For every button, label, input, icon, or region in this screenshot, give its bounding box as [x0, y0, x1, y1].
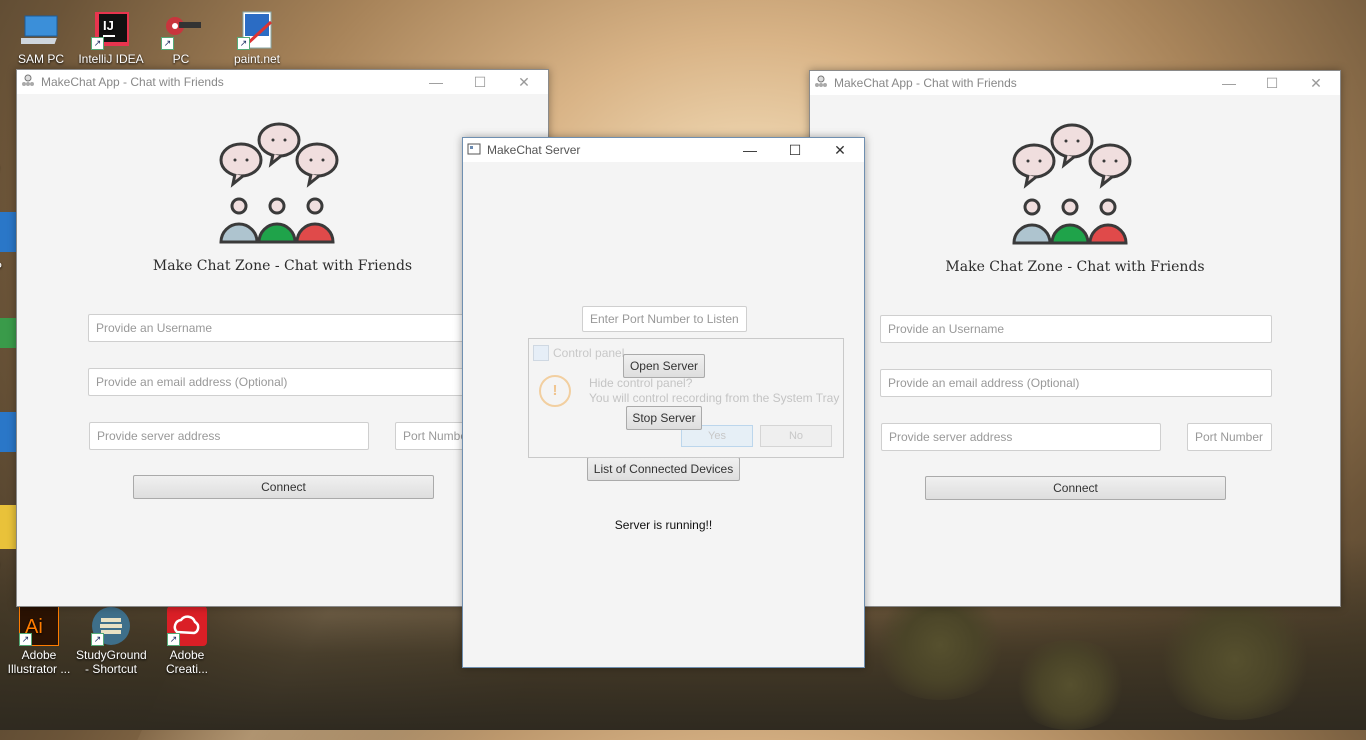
desktop-icon-label: Adobe Illustrator ...: [7, 648, 71, 676]
minimize-button[interactable]: —: [1214, 73, 1244, 93]
warning-icon: !: [539, 375, 571, 407]
desktop-icon-label: StudyGround - Shortcut: [76, 648, 147, 676]
close-button[interactable]: ✕: [509, 72, 539, 92]
title-bar[interactable]: MakeChat App - Chat with Friends — ☐ ✕: [810, 71, 1340, 95]
desktop-icon-label: paint.net: [233, 52, 281, 66]
username-input[interactable]: Provide an Username: [880, 315, 1272, 343]
maximize-button[interactable]: ☐: [465, 72, 495, 92]
computer-icon: [18, 10, 61, 50]
shortcut-arrow-icon: ↗: [161, 37, 174, 50]
connect-button[interactable]: Connect: [925, 476, 1226, 500]
desktop-icon-label: Po: [0, 556, 12, 570]
port-listen-input[interactable]: Enter Port Number to Listen: [582, 306, 747, 332]
connect-button[interactable]: Connect: [133, 475, 434, 499]
dialog-message-detail: You will control recording from the Syst…: [589, 391, 840, 405]
zone-title: Make Chat Zone - Chat with Friends: [945, 259, 1205, 275]
wallpaper-bush: [1010, 640, 1130, 730]
svg-text:IJ: IJ: [103, 18, 114, 33]
minimize-button[interactable]: —: [421, 72, 451, 92]
chat-logo-icon: [219, 122, 339, 244]
minimize-button[interactable]: —: [735, 140, 765, 160]
pc-game-icon: ↗: [161, 10, 201, 50]
adobe-illustrator-icon: Ai ↗: [18, 605, 60, 647]
desktop-icon-adobe-creative[interactable]: ↗ Adobe Creati...: [152, 606, 222, 676]
app-icon: [467, 143, 481, 155]
desktop-icon-illustrator[interactable]: Ai ↗ Adobe Illustrator ...: [4, 605, 74, 676]
shortcut-arrow-icon: ↗: [237, 37, 250, 50]
window-title: MakeChat Server: [487, 143, 581, 157]
title-bar[interactable]: MakeChat App - Chat with Friends — ☐ ✕: [17, 70, 548, 94]
studyground-icon: ↗: [91, 606, 131, 646]
desktop-icon-clipped[interactable]: Re: [0, 160, 12, 174]
desktop-icon-paint-net[interactable]: ↗ paint.net: [222, 10, 292, 66]
shortcut-arrow-icon: ↗: [91, 37, 104, 50]
close-button[interactable]: ✕: [1301, 73, 1331, 93]
dialog-no-button[interactable]: No: [760, 425, 832, 447]
desktop-icon-label: Re: [0, 160, 12, 174]
maximize-button[interactable]: ☐: [1257, 73, 1287, 93]
desktop-icon-label: IntelliJ IDEA: [78, 52, 144, 66]
shortcut-arrow-icon: ↗: [19, 633, 32, 646]
dialog-app-icon: [533, 345, 549, 361]
client-window-right[interactable]: MakeChat App - Chat with Friends — ☐ ✕ M…: [809, 70, 1341, 607]
desktop-icon-clipped[interactable]: C P: [0, 260, 12, 274]
server-address-input[interactable]: Provide server address: [89, 422, 369, 450]
chat-logo-icon: [1012, 123, 1132, 245]
title-bar[interactable]: MakeChat Server — ☐ ✕: [463, 138, 864, 162]
shortcut-arrow-icon: ↗: [167, 633, 180, 646]
desktop-icon-studyground[interactable]: ↗ StudyGround - Shortcut: [76, 606, 147, 676]
maximize-button[interactable]: ☐: [780, 140, 810, 160]
desktop-icon-label: PC: [172, 52, 190, 66]
adobe-creative-cloud-icon: ↗: [167, 606, 207, 646]
desktop-icon-clipped[interactable]: Po: [0, 556, 12, 570]
paint-net-icon: ↗: [237, 10, 277, 50]
app-icon: [22, 74, 34, 86]
app-icon: [815, 75, 827, 87]
desktop-icon-label: U: [0, 456, 12, 470]
window-title: MakeChat App - Chat with Friends: [41, 75, 224, 89]
server-address-input[interactable]: Provide server address: [881, 423, 1161, 451]
stop-server-button-overlay[interactable]: Stop Server: [626, 406, 702, 430]
desktop-icon-pc[interactable]: ↗ PC: [146, 10, 216, 66]
desktop-icon-clipped-yellow[interactable]: [0, 505, 16, 549]
desktop-icon-label: Adobe Creati...: [165, 648, 208, 676]
desktop-icon-label: C P: [0, 260, 12, 274]
dialog-title: Control panel: [553, 346, 625, 360]
desktop-icon-label: SAM PC: [17, 52, 64, 66]
connected-devices-button[interactable]: List of Connected Devices: [587, 457, 740, 481]
open-server-button-overlay[interactable]: Open Server: [623, 354, 705, 378]
desktop-icon-sam-pc[interactable]: SAM PC: [6, 10, 76, 66]
intellij-idea-icon: IJ ↗: [91, 10, 131, 50]
email-input[interactable]: Provide an email address (Optional): [880, 369, 1272, 397]
desktop-icon-clipped-blue[interactable]: [0, 412, 16, 452]
desktop-icon-clipped[interactable]: U: [0, 456, 12, 470]
close-button[interactable]: ✕: [825, 140, 855, 160]
window-title: MakeChat App - Chat with Friends: [834, 76, 1017, 90]
email-input[interactable]: Provide an email address (Optional): [88, 368, 480, 396]
username-input[interactable]: Provide an Username: [88, 314, 480, 342]
wallpaper-bush: [1150, 600, 1320, 720]
desktop-icon-clipped-blue[interactable]: [0, 212, 16, 252]
shortcut-arrow-icon: ↗: [91, 633, 104, 646]
desktop-icon-clipped-green[interactable]: [0, 318, 16, 348]
dialog-message: Hide control panel?: [589, 376, 693, 390]
desktop-icon-intellij[interactable]: IJ ↗ IntelliJ IDEA: [76, 10, 146, 66]
port-number-input[interactable]: Port Number: [1187, 423, 1272, 451]
server-status: Server is running!!: [614, 518, 713, 532]
